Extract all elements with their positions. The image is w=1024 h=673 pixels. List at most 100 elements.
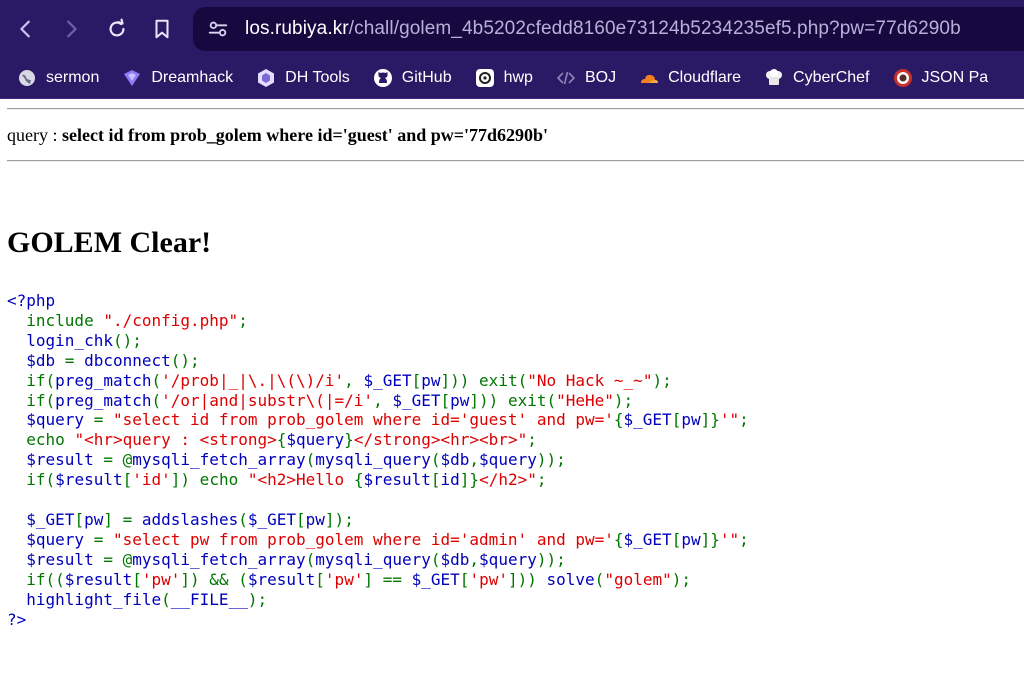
code-token: = @ <box>103 450 133 470</box>
bookmark-hwp[interactable]: hwp <box>475 68 533 88</box>
code-token: ] = <box>103 509 142 529</box>
code-token: $result <box>55 470 123 490</box>
code-token: if( <box>7 470 56 490</box>
code-token: 'pw' <box>469 569 508 589</box>
code-token: ]) echo <box>170 470 248 490</box>
code-token: echo <box>7 430 75 450</box>
url-text[interactable]: los.rubiya.kr/chall/golem_4b5202cfedd816… <box>245 18 961 40</box>
back-arrow-icon <box>20 20 30 38</box>
query-line: query : select id from prob_golem where … <box>7 125 1024 146</box>
code-token: $query <box>26 529 94 549</box>
reload-button[interactable] <box>101 13 133 45</box>
code-token: ( <box>305 450 316 470</box>
site-settings-icon[interactable] <box>207 18 229 40</box>
bookmark-label: GitHub <box>401 69 452 86</box>
code-token: , <box>373 390 393 410</box>
bookmark-dh-tools[interactable]: DH Tools <box>256 68 350 88</box>
forward-button[interactable] <box>55 13 87 45</box>
code-token: mysqli_query <box>315 450 431 470</box>
code-token: ]) && ( <box>180 569 248 589</box>
code-line: if($result['id']) echo "<h2>Hello {$resu… <box>7 470 1024 490</box>
code-line: include "./config.php"; <box>7 311 1024 331</box>
code-line: $query = "select id from prob_golem wher… <box>7 410 1024 430</box>
bookmark-cloudflare[interactable]: Cloudflare <box>639 68 741 88</box>
code-token: $db <box>440 549 470 569</box>
code-token: $_GET <box>26 509 75 529</box>
bookmark-label: sermon <box>46 69 100 86</box>
code-token: [ <box>671 410 682 430</box>
divider-top <box>7 108 1024 110</box>
divider-bottom <box>7 160 1024 162</box>
bookmark-label: BOJ <box>584 69 617 86</box>
code-token: ; <box>739 529 749 549</box>
code-token: '/or|and|substr\(|=/i' <box>161 390 374 410</box>
code-token: if( <box>7 370 56 390</box>
code-token: "<h2>Hello <box>247 470 354 490</box>
json-icon <box>893 68 913 88</box>
query-sql: select id from prob_golem where id='gues… <box>61 125 549 145</box>
code-token: = @ <box>103 549 133 569</box>
code-token: ])) exit( <box>440 370 528 390</box>
code-token: ( <box>430 549 441 569</box>
url-path: /chall/golem_4b5202cfedd8160e73124b52342… <box>348 18 961 39</box>
code-token: ( <box>238 509 248 529</box>
code-token: = <box>93 410 113 430</box>
code-token: ; <box>527 430 537 450</box>
code-token: { <box>353 470 364 490</box>
code-token: { <box>276 430 287 450</box>
code-token: preg_match <box>55 390 152 410</box>
bookmark-dreamhack[interactable]: Dreamhack <box>122 68 233 88</box>
code-token: preg_match <box>55 370 152 390</box>
code-token: ); <box>247 589 268 609</box>
code-token: mysqli_fetch_array <box>132 450 306 470</box>
code-token: ; <box>238 310 248 330</box>
bookmark-boj[interactable]: BOJ <box>556 68 616 88</box>
bookmark-page-button[interactable] <box>146 13 178 45</box>
bookmark-sermon[interactable]: sermon <box>17 68 99 88</box>
code-token: '/prob|_|\.|\(\)/i' <box>161 370 345 390</box>
address-bar[interactable]: los.rubiya.kr/chall/golem_4b5202cfedd816… <box>193 7 1024 51</box>
bookmark-cyberchef[interactable]: CyberChef <box>764 68 870 88</box>
code-token: $query <box>479 450 537 470</box>
clear-heading: GOLEM Clear! <box>7 226 212 259</box>
code-token: [ <box>411 370 422 390</box>
code-token: </h2>" <box>479 470 537 490</box>
bookmark-github[interactable]: GitHub <box>373 68 452 88</box>
page-content: query : select id from prob_golem where … <box>0 98 1024 629</box>
code-line: $_GET[pw] = addslashes($_GET[pw]); <box>7 510 1024 530</box>
code-line: $result = @mysqli_fetch_array(mysqli_que… <box>7 550 1024 570</box>
code-token: $_GET <box>247 509 297 529</box>
code-token: $result <box>64 569 133 589</box>
php-source-code: <?php include "./config.php"; login_chk(… <box>7 291 1024 629</box>
code-token: )); <box>536 450 566 470</box>
code-token: [ <box>430 470 441 490</box>
code-token: (); <box>112 330 142 350</box>
code-token: [ <box>315 569 325 589</box>
code-token: } <box>344 430 354 450</box>
code-token: '" <box>719 529 740 549</box>
code-line: if(preg_match('/prob|_|\.|\(\)/i', $_GET… <box>7 371 1024 391</box>
code-token: id <box>440 470 460 490</box>
code-token: __FILE__ <box>170 589 248 609</box>
code-token: $_GET <box>623 529 672 549</box>
code-token: 'id' <box>132 470 171 490</box>
code-line: highlight_file(__FILE__); <box>7 590 1024 610</box>
code-token: ( <box>151 390 162 410</box>
code-token: $_GET <box>363 370 412 390</box>
code-line <box>7 490 1024 510</box>
code-token: $result <box>26 549 104 569</box>
bookmark-json-parser[interactable]: JSON Pa <box>893 68 988 88</box>
query-prefix: query : <box>7 125 62 145</box>
bookmark-label: CyberChef <box>793 69 870 86</box>
code-token: <?php <box>7 291 56 310</box>
code-token: ); <box>671 569 692 589</box>
code-token: )); <box>536 549 566 569</box>
code-token: [ <box>459 569 470 589</box>
code-token: ])) <box>507 569 547 589</box>
back-button[interactable] <box>10 13 42 45</box>
